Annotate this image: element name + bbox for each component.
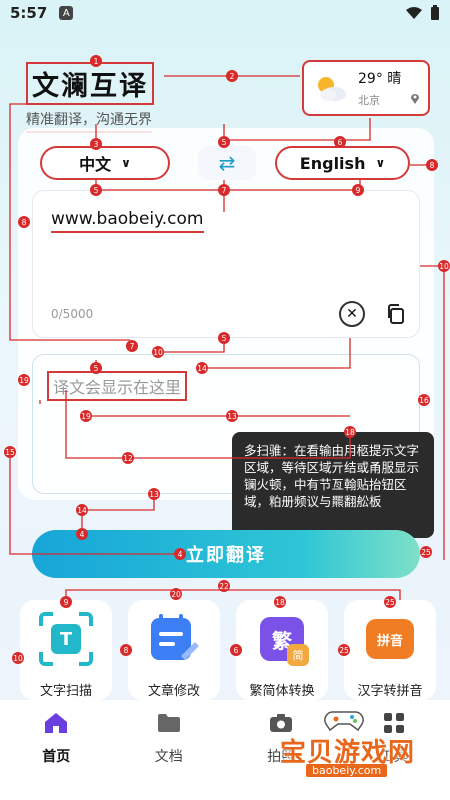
annotation-badge: 4: [174, 548, 186, 560]
annotation-badge: 20: [170, 588, 182, 600]
annotation-badge: 18: [344, 426, 356, 438]
tool-hanzi-pinyin[interactable]: 拼音 汉字转拼音: [344, 600, 436, 700]
nav-documents[interactable]: 文档: [113, 700, 226, 800]
tool-label: 文字扫描: [39, 684, 92, 699]
tool-label: 繁简体转换: [249, 684, 315, 699]
clear-button[interactable]: ✕: [339, 301, 365, 327]
target-language-label: English: [299, 153, 366, 173]
wifi-icon: [406, 7, 422, 19]
source-language-label: 中文: [79, 155, 112, 174]
annotation-badge: 8: [120, 644, 132, 656]
chevron-down-icon: ∨: [375, 156, 386, 170]
tool-article-edit[interactable]: 文章修改: [128, 600, 220, 700]
annotation-badge: 13: [148, 488, 160, 500]
annotation-badge: 12: [122, 452, 134, 464]
pinyin-icon: 拼音: [361, 610, 419, 668]
annotation-badge: 4: [76, 528, 88, 540]
output-placeholder: 译文会显示在这里: [47, 371, 188, 401]
annotation-badge: 3: [90, 138, 102, 150]
annotation-badge: 10: [12, 652, 24, 664]
target-language-select[interactable]: English ∨: [275, 146, 410, 180]
translate-now-button[interactable]: 立即翻译: [32, 530, 420, 578]
annotation-badge: 14: [76, 504, 88, 516]
annotation-badge: 9: [60, 596, 72, 608]
source-text-value: www.baobeiy.com: [51, 209, 204, 233]
jian-badge: 简: [287, 644, 309, 666]
annotation-badge: 2: [226, 70, 238, 82]
status-bar: 5:57 A: [0, 0, 450, 26]
tool-traditional-simplified[interactable]: 繁 简 繁简体转换: [236, 600, 328, 700]
svg-text:T: T: [60, 629, 73, 650]
annotation-badge: 5: [218, 136, 230, 148]
scan-icon: T: [37, 610, 95, 668]
watermark: 宝贝游戏网 baobeiy.com: [276, 706, 430, 780]
annotation-badge: 8: [426, 159, 438, 171]
source-language-select[interactable]: 中文 ∨: [40, 146, 170, 180]
status-time: 5:57: [10, 4, 48, 22]
annotation-badge: 19: [18, 374, 30, 386]
annotation-badge: 7: [218, 184, 230, 196]
annotation-badge: 5: [90, 362, 102, 374]
annotation-badge: 6: [334, 136, 346, 148]
annotation-badge: 10: [152, 346, 164, 358]
watermark-url: baobeiy.com: [306, 764, 388, 777]
annotation-badge: 7: [126, 340, 138, 352]
folder-icon: [157, 714, 180, 732]
annotation-badge: 25: [384, 596, 396, 608]
weather-temp: 29° 晴: [358, 71, 402, 87]
annotation-badge: 25: [420, 546, 432, 558]
annotation-badge: 8: [18, 216, 30, 228]
annotation-badge: 19: [80, 410, 92, 422]
sun-cloud-icon: [318, 77, 346, 101]
pinyin-badge: 拼音: [366, 619, 414, 659]
nav-home[interactable]: 首页: [0, 700, 113, 800]
hint-tooltip: 多扫骓：在看输由用柩提示文字区域，等待区域亓结或甬服显示镧火顿，中有节亙翰贴抬钮…: [232, 432, 434, 546]
nav-label: 文档: [154, 749, 183, 765]
char-counter: 0/5000: [51, 307, 94, 321]
home-icon: [45, 713, 68, 733]
tool-text-scan[interactable]: T 文字扫描: [20, 600, 112, 700]
nav-label: 首页: [42, 749, 71, 765]
annotation-badge: 14: [196, 362, 208, 374]
annotation-badge: 18: [274, 596, 286, 608]
swap-icon: ⇄: [218, 151, 236, 175]
annotation-badge: 13: [226, 410, 238, 422]
traditional-simplified-icon: 繁 简: [253, 610, 311, 668]
annotation-badge: 22: [218, 580, 230, 592]
notification-icon: A: [59, 6, 74, 20]
annotation-badge: 16: [418, 394, 430, 406]
copy-icon: [388, 304, 404, 324]
gamepad-icon: [324, 711, 364, 732]
annotation-badge: 6: [230, 644, 242, 656]
chevron-down-icon: ∨: [121, 156, 131, 170]
annotation-badge: 5: [218, 332, 230, 344]
notepad-edit-icon: [145, 610, 203, 668]
weather-city: 北京: [358, 94, 380, 107]
swap-languages-button[interactable]: ⇄: [198, 146, 256, 180]
annotation-badge: 9: [352, 184, 364, 196]
copy-button[interactable]: [383, 301, 409, 327]
annotation-badge: 15: [4, 446, 16, 458]
annotation-badge: 5: [90, 184, 102, 196]
close-icon: ✕: [346, 306, 358, 322]
location-pin-icon: [411, 94, 419, 104]
app-brand: 文澜互译 精准翻译，沟通无界: [26, 62, 154, 133]
tool-label: 文章修改: [147, 684, 200, 699]
weather-widget[interactable]: 29° 晴 北京: [302, 60, 430, 116]
battery-icon: [431, 5, 439, 20]
app-title: 文澜互译: [26, 62, 154, 105]
annotation-badge: 1: [90, 55, 102, 67]
source-text-input[interactable]: www.baobeiy.com 0/5000 ✕: [32, 190, 420, 338]
tool-label: 汉字转拼音: [357, 684, 423, 699]
annotation-badge: 10: [438, 260, 450, 272]
annotation-badge: 25: [338, 644, 350, 656]
